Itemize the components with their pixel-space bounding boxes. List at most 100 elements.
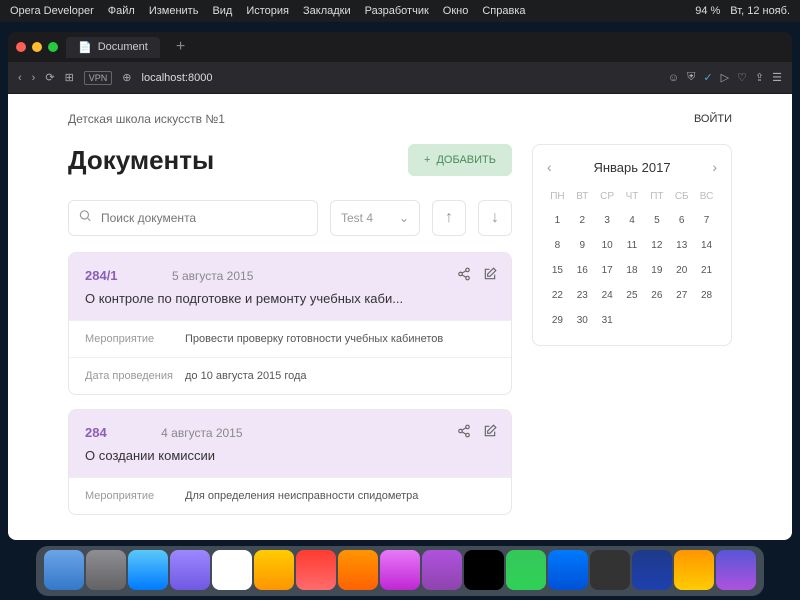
menu-help[interactable]: Справка [482, 5, 525, 17]
dock-app-icon[interactable] [548, 550, 588, 590]
calendar-next[interactable]: › [712, 159, 717, 175]
menu-bookmarks[interactable]: Закладки [303, 5, 351, 17]
shield-icon[interactable]: ⛨ [687, 71, 695, 84]
dock-app-icon[interactable] [170, 550, 210, 590]
dock-app-icon[interactable] [590, 550, 630, 590]
speed-dial-icon[interactable]: ⊞ [65, 71, 74, 84]
traffic-lights[interactable] [16, 42, 58, 52]
dock-app-icon[interactable] [338, 550, 378, 590]
heart-icon[interactable]: ♡ [737, 71, 747, 84]
page-title: Документы [68, 145, 214, 176]
share-icon[interactable] [457, 424, 471, 443]
dock-app-icon[interactable] [128, 550, 168, 590]
calendar-day[interactable]: 30 [572, 310, 593, 331]
sort-down-button[interactable]: ↓ [478, 200, 512, 236]
calendar-day[interactable]: 3 [597, 210, 618, 231]
play-icon[interactable]: ▷ [721, 71, 729, 84]
calendar-day-header: ВТ [572, 187, 593, 206]
dock-app-icon[interactable] [632, 550, 672, 590]
url-text[interactable]: localhost:8000 [142, 72, 213, 84]
calendar-day[interactable]: 13 [671, 235, 692, 256]
calendar-day[interactable]: 24 [597, 285, 618, 306]
sort-up-button[interactable]: ↑ [432, 200, 466, 236]
calendar-day[interactable]: 7 [696, 210, 717, 231]
filter-select[interactable]: Test 4 ⌄ [330, 200, 420, 236]
macos-dock[interactable] [36, 546, 764, 596]
calendar-day[interactable]: 16 [572, 260, 593, 281]
calendar-day[interactable]: 15 [547, 260, 568, 281]
menu-icon[interactable]: ☰ [772, 71, 782, 84]
calendar-day[interactable]: 21 [696, 260, 717, 281]
menu-history[interactable]: История [246, 5, 289, 17]
menu-view[interactable]: Вид [212, 5, 232, 17]
calendar-day[interactable]: 31 [597, 310, 618, 331]
dock-app-icon[interactable] [716, 550, 756, 590]
smiley-icon[interactable]: ☺ [668, 72, 679, 84]
share-icon[interactable]: ⇪ [755, 71, 764, 84]
reload-button[interactable]: ⟳ [45, 71, 54, 84]
calendar-day[interactable]: 27 [671, 285, 692, 306]
page-content: Детская школа искусств №1 ВОЙТИ Документ… [8, 94, 792, 540]
add-button[interactable]: + ДОБАВИТЬ [408, 144, 512, 176]
calendar-day[interactable]: 29 [547, 310, 568, 331]
dock-app-icon[interactable] [422, 550, 462, 590]
dock-app-icon[interactable] [212, 550, 252, 590]
calendar-day[interactable]: 25 [622, 285, 643, 306]
check-icon[interactable]: ✓ [703, 71, 712, 84]
browser-tab[interactable]: 📄 Document [66, 37, 160, 58]
menu-window[interactable]: Окно [443, 5, 469, 17]
calendar-day[interactable]: 28 [696, 285, 717, 306]
calendar-grid: ПНВТСРЧТПТСБВС12345678910111213141516171… [547, 187, 717, 331]
menu-edit[interactable]: Изменить [149, 5, 199, 17]
calendar-month: Январь 2017 [593, 160, 670, 175]
calendar-day[interactable]: 11 [622, 235, 643, 256]
calendar-day[interactable]: 10 [597, 235, 618, 256]
calendar-prev[interactable]: ‹ [547, 159, 552, 175]
edit-icon[interactable] [483, 267, 497, 286]
calendar-day[interactable]: 17 [597, 260, 618, 281]
document-number: 284 [85, 425, 107, 440]
calendar-day[interactable]: 12 [646, 235, 667, 256]
dock-app-icon[interactable] [506, 550, 546, 590]
dock-app-icon[interactable] [86, 550, 126, 590]
dock-app-icon[interactable] [464, 550, 504, 590]
edit-icon[interactable] [483, 424, 497, 443]
calendar-day[interactable]: 6 [671, 210, 692, 231]
calendar-day[interactable]: 18 [622, 260, 643, 281]
calendar-day-header: ЧТ [622, 187, 643, 206]
calendar-day[interactable]: 14 [696, 235, 717, 256]
document-header[interactable]: 284/1 5 августа 2015 О контроле по подго… [69, 253, 511, 320]
dock-app-icon[interactable] [380, 550, 420, 590]
menu-file[interactable]: Файл [108, 5, 135, 17]
calendar-day[interactable]: 19 [646, 260, 667, 281]
forward-button[interactable]: › [32, 72, 36, 84]
calendar-day[interactable]: 1 [547, 210, 568, 231]
calendar-day[interactable]: 4 [622, 210, 643, 231]
tab-bar: 📄 Document + [8, 32, 792, 62]
menu-developer[interactable]: Разработчик [365, 5, 429, 17]
search-input[interactable] [68, 200, 318, 236]
calendar-day[interactable]: 2 [572, 210, 593, 231]
dock-app-icon[interactable] [254, 550, 294, 590]
login-link[interactable]: ВОЙТИ [694, 113, 732, 125]
document-date: 4 августа 2015 [161, 426, 242, 440]
calendar-day[interactable]: 9 [572, 235, 593, 256]
calendar-day[interactable]: 26 [646, 285, 667, 306]
dock-app-icon[interactable] [674, 550, 714, 590]
brand-text: Детская школа искусств №1 [68, 112, 225, 126]
document-header[interactable]: 284 4 августа 2015 О создании комиссии [69, 410, 511, 477]
document-field: Мероприятие Для определения неисправност… [69, 477, 511, 514]
calendar-day[interactable]: 5 [646, 210, 667, 231]
vpn-badge[interactable]: VPN [84, 71, 113, 85]
search-icon [78, 209, 92, 228]
calendar-day[interactable]: 8 [547, 235, 568, 256]
calendar-day[interactable]: 22 [547, 285, 568, 306]
dock-app-icon[interactable] [44, 550, 84, 590]
site-header: Детская школа искусств №1 ВОЙТИ [8, 94, 792, 144]
new-tab-button[interactable]: + [168, 38, 193, 56]
share-icon[interactable] [457, 267, 471, 286]
dock-app-icon[interactable] [296, 550, 336, 590]
back-button[interactable]: ‹ [18, 72, 22, 84]
calendar-day[interactable]: 23 [572, 285, 593, 306]
calendar-day[interactable]: 20 [671, 260, 692, 281]
